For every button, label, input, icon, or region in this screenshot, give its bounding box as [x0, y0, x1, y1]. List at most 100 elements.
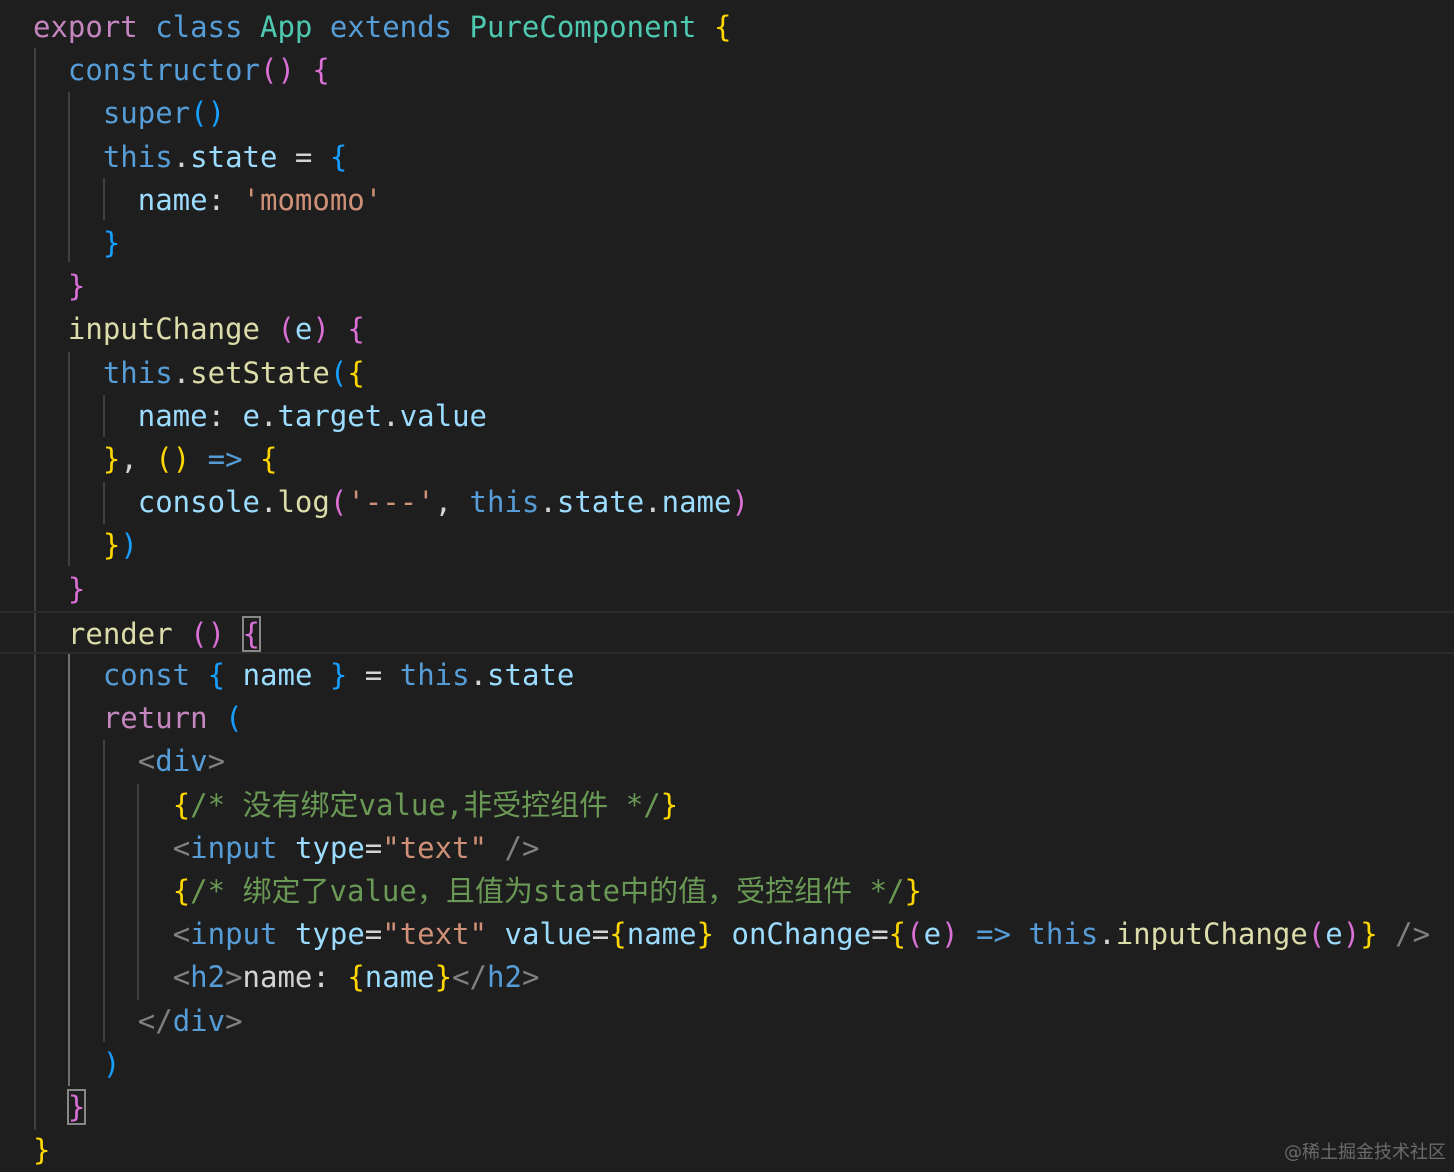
code-line[interactable]: return (: [0, 697, 243, 740]
code-line[interactable]: <h2>name: {name}</h2>: [0, 956, 540, 999]
code-token: e: [923, 917, 942, 952]
code-token: {: [260, 442, 278, 476]
code-line[interactable]: }: [0, 1086, 87, 1129]
code-line[interactable]: {/* 没有绑定value,非受控组件 */}: [0, 784, 678, 827]
code-token: /* 没有绑定value,非受控组件 */: [190, 787, 661, 822]
code-token: onChange: [731, 917, 872, 952]
code-token: .: [259, 485, 278, 520]
code-line[interactable]: inputChange (e) {: [0, 308, 365, 351]
code-line[interactable]: {/* 绑定了value，且值为state中的值，受控组件 */}: [0, 870, 922, 913]
code-token: (: [329, 355, 348, 390]
code-line[interactable]: console.log('---', this.state.name): [0, 481, 749, 524]
code-token: ): [312, 312, 330, 347]
code-token: setState: [190, 355, 330, 390]
code-token: name: [242, 658, 313, 692]
code-token: /* 绑定了value，且值为state中的值，受控组件 */: [190, 874, 905, 908]
code-token: <: [172, 917, 191, 952]
code-token: </: [137, 1003, 173, 1038]
code-token: type: [294, 830, 365, 865]
code-token: console: [137, 485, 260, 520]
code-token: <: [172, 830, 191, 865]
code-token: name: [661, 485, 732, 520]
code-token: name: [137, 398, 208, 433]
code-line[interactable]: this.state = {: [0, 136, 347, 179]
code-token: >: [207, 744, 226, 779]
code-token: {: [609, 917, 627, 952]
code-token: =: [364, 830, 383, 865]
code-token: }: [1360, 917, 1378, 952]
bracket-match-highlight: {: [241, 615, 262, 652]
code-token: value: [399, 398, 488, 433]
code-token: type: [294, 917, 365, 952]
code-line[interactable]: }: [0, 265, 85, 308]
code-line[interactable]: const { name } = this.state: [0, 654, 575, 697]
code-token: const: [102, 658, 191, 692]
code-token: =: [591, 917, 610, 952]
code-line[interactable]: <div>: [0, 740, 225, 783]
code-token: =: [364, 917, 383, 952]
code-line[interactable]: constructor() {: [0, 49, 330, 92]
code-token: value: [504, 917, 592, 952]
code-line[interactable]: name: e.target.value: [0, 395, 487, 438]
code-token: :: [207, 182, 243, 217]
code-editor[interactable]: export class App extends PureComponent {…: [0, 0, 1454, 1172]
code-token: .: [1098, 917, 1116, 952]
code-line[interactable]: }: [0, 222, 120, 265]
code-token: =: [277, 139, 330, 174]
code-token: </: [452, 960, 488, 995]
code-token: log: [277, 485, 330, 520]
code-line[interactable]: </div>: [0, 1000, 243, 1043]
code-token: return: [102, 701, 208, 736]
code-line[interactable]: render () {: [0, 610, 1454, 654]
code-token: {: [347, 355, 365, 390]
code-line[interactable]: export class App extends PureComponent {: [0, 6, 731, 49]
code-line[interactable]: super(): [0, 92, 225, 135]
code-token: }: [329, 658, 348, 692]
code-token: input: [190, 917, 278, 952]
code-token: this: [102, 139, 173, 174]
code-token: e: [294, 312, 313, 347]
code-line[interactable]: <input type="text" value={name} onChange…: [0, 913, 1430, 956]
code-token: ,: [434, 485, 470, 520]
code-token: (: [1307, 917, 1326, 952]
code-token: (: [906, 917, 924, 952]
code-token: {: [172, 874, 191, 908]
code-token: >: [521, 960, 540, 995]
code-line[interactable]: <input type="text" />: [0, 827, 540, 870]
code-line[interactable]: ): [0, 1043, 120, 1086]
code-line[interactable]: }: [0, 1129, 50, 1172]
code-token: (): [155, 442, 191, 476]
code-token: }: [434, 960, 453, 995]
code-token: {: [172, 787, 191, 822]
code-token: =: [347, 658, 400, 692]
code-line[interactable]: }: [0, 568, 85, 611]
code-token: =>: [976, 917, 1011, 952]
code-line[interactable]: this.setState({: [0, 352, 365, 395]
code-line[interactable]: }): [0, 524, 138, 567]
code-token: PureComponent: [469, 10, 714, 44]
code-token: ): [941, 917, 959, 952]
code-token: input: [190, 830, 278, 865]
code-line[interactable]: }, () => {: [0, 438, 278, 481]
code-token: {: [347, 312, 365, 347]
code-line[interactable]: name: 'momomo': [0, 179, 382, 222]
